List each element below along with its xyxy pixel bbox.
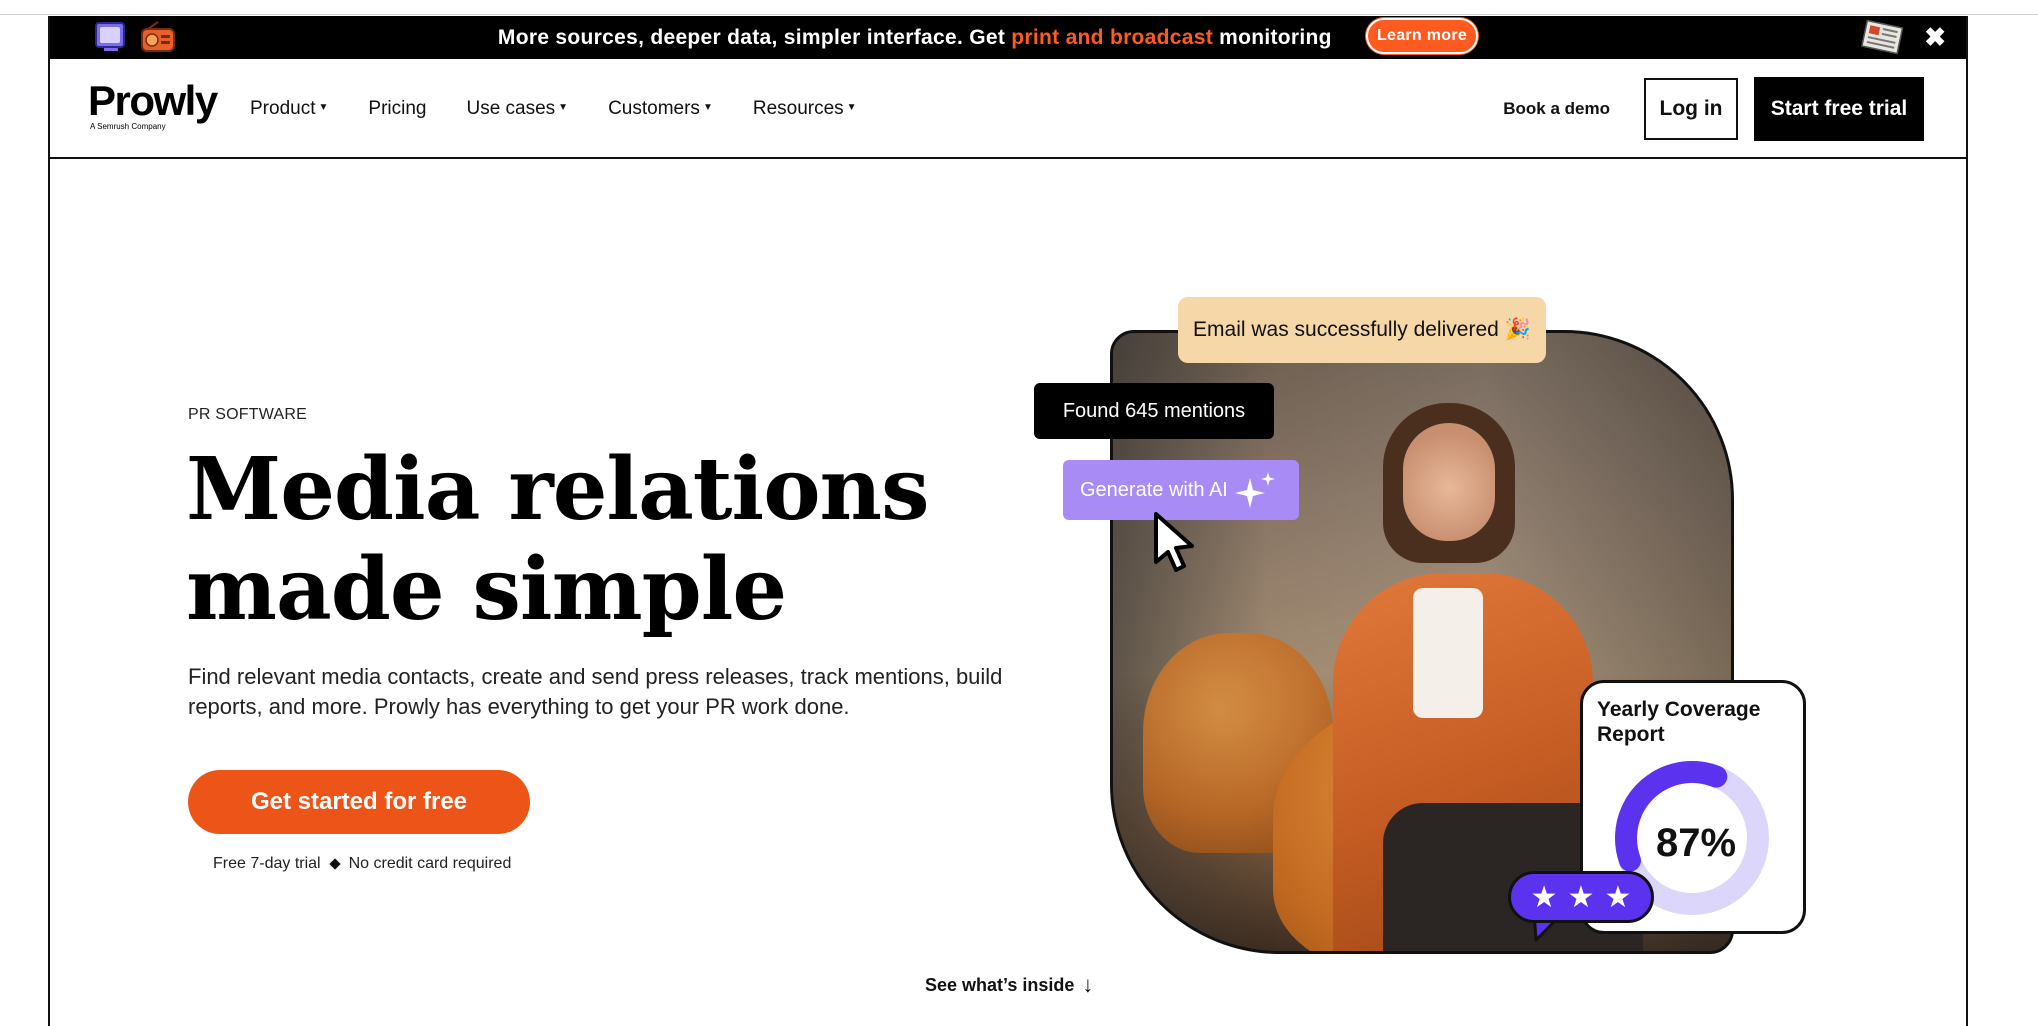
start-trial-button[interactable]: Start free trial (1754, 77, 1924, 141)
trial-note-1: Free 7-day trial (213, 855, 321, 872)
nav-item-label: Pricing (368, 98, 427, 119)
caret-down-icon: ▼ (846, 101, 857, 113)
get-started-button[interactable]: Get started for free (188, 770, 530, 834)
sparkle-icon (1234, 472, 1275, 508)
nav-item-label: Customers (608, 98, 700, 119)
browser-top-divider (0, 14, 2038, 15)
caret-down-icon: ▼ (318, 101, 329, 113)
announcement-text: More sources, deeper data, simpler inter… (50, 16, 1966, 59)
ai-pill-text: Generate with AI (1080, 478, 1228, 501)
found-mentions-pill: Found 645 mentions (1034, 383, 1274, 439)
login-button[interactable]: Log in (1644, 78, 1738, 140)
book-demo-link[interactable]: Book a demo (1503, 99, 1610, 119)
newspaper-icon (1861, 19, 1904, 55)
hero-subtext: Find relevant media contacts, create and… (188, 664, 1003, 719)
nav-item-product[interactable]: Product ▼ (250, 98, 328, 120)
nav-item-pricing[interactable]: Pricing (368, 98, 426, 120)
see-inside-link[interactable]: See what’s inside ↓ (925, 972, 1093, 998)
headline-line-1: Media relations (186, 439, 929, 540)
party-popper-icon: 🎉 (1504, 318, 1531, 341)
nav-item-label: Use cases (466, 98, 556, 119)
email-delivered-pill: Email was successfully delivered 🎉 (1178, 297, 1546, 363)
trial-note: Free 7-day trial No credit card required (213, 855, 511, 873)
hero-headline: Media relations made simple (186, 440, 929, 640)
arrow-down-icon: ↓ (1082, 972, 1094, 997)
report-percentage: 87% (1655, 821, 1737, 865)
caret-down-icon: ▼ (702, 101, 713, 113)
cursor-icon (1154, 512, 1194, 572)
photo-person-face (1403, 423, 1495, 541)
close-icon[interactable]: ✖ (1924, 16, 1946, 59)
announcement-text-start: More sources, deeper data, simpler inter… (497, 26, 1012, 49)
nav-item-label: Product (250, 98, 316, 119)
star-icon: ★ (1604, 880, 1632, 914)
photo-person-shirt (1413, 588, 1483, 718)
headline-line-2: made simple (186, 539, 787, 640)
star-icon: ★ (1567, 880, 1595, 914)
nav-item-label: Resources (752, 98, 844, 119)
nav-item-customers[interactable]: Customers ▼ (608, 98, 713, 120)
announcement-highlight: print and broadcast (1011, 26, 1214, 49)
nav-item-use-cases[interactable]: Use cases ▼ (466, 98, 568, 120)
logo-wordmark: Prowly (88, 77, 218, 124)
nav-menu: Product ▼ Pricing Use cases ▼ Customers ▼ R… (250, 59, 857, 159)
star-icon: ★ (1530, 880, 1558, 914)
report-title: Yearly Coverage Report (1597, 698, 1761, 746)
nav-actions: Book a demo Log in Start free trial (1503, 77, 1924, 141)
prowly-logo[interactable]: Prowly A Semrush Company (88, 77, 218, 132)
diamond-separator-icon (328, 858, 341, 870)
announcement-bar: More sources, deeper data, simpler inter… (50, 16, 1966, 59)
learn-more-button[interactable]: Learn more (1365, 18, 1479, 55)
rating-stars-bubble: ★ ★ ★ (1508, 871, 1654, 923)
caret-down-icon: ▼ (558, 101, 569, 113)
email-pill-text: Email was successfully delivered (1193, 318, 1499, 341)
announcement-text-end: monitoring (1213, 26, 1332, 49)
hero-eyebrow: PR SOFTWARE (188, 406, 307, 423)
nav-item-resources[interactable]: Resources ▼ (753, 98, 857, 120)
main-navigation: Prowly A Semrush Company Product ▼ Pricin… (50, 59, 1966, 159)
see-inside-label: See what’s inside (925, 974, 1075, 995)
trial-note-2: No credit card required (348, 855, 512, 872)
